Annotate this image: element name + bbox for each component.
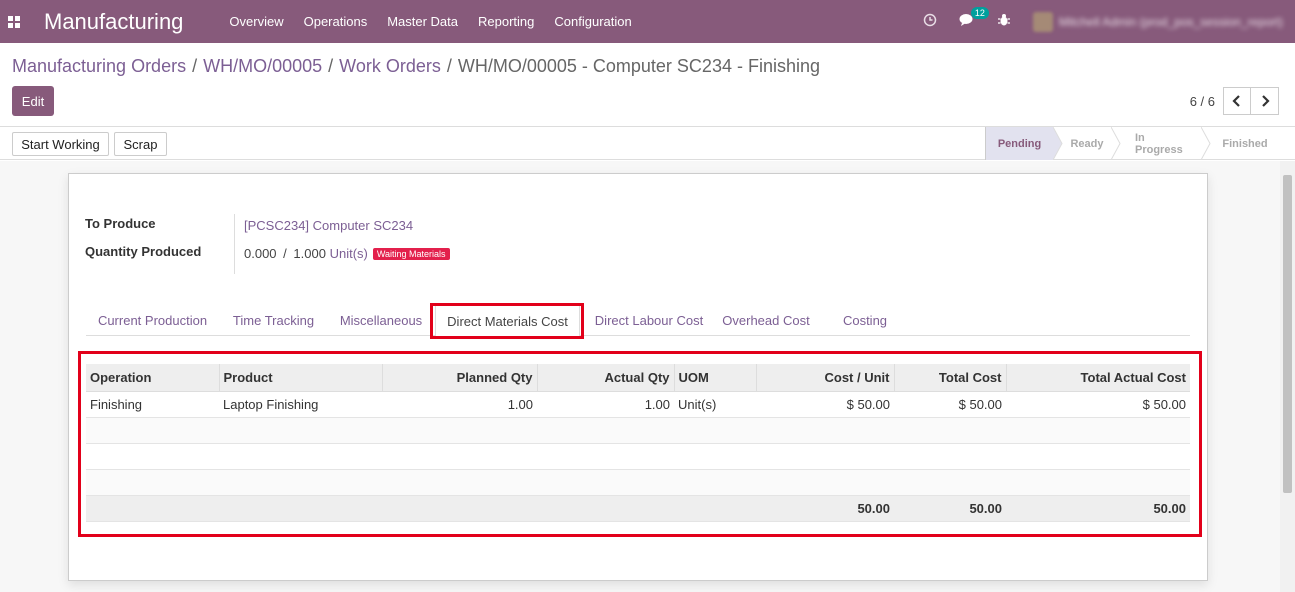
to-produce-label: To Produce xyxy=(85,216,156,231)
pager-next-icon[interactable] xyxy=(1251,87,1279,115)
footer-cost-per-unit-total: 50.00 xyxy=(756,494,894,522)
activity-clock-icon[interactable] xyxy=(923,13,937,30)
column-product[interactable]: Product xyxy=(218,364,382,392)
scrollbar[interactable] xyxy=(1280,161,1295,592)
column-actual-qty[interactable]: Actual Qty xyxy=(536,364,674,392)
qty-uom[interactable]: Unit(s) xyxy=(330,246,368,261)
cell-cost-per-unit: $ 50.00 xyxy=(756,391,894,418)
table-footer-totals: 50.00 50.00 50.00 xyxy=(86,494,1190,522)
empty-row xyxy=(86,443,1190,470)
footer-cell xyxy=(537,494,674,522)
pager: 6 / 6 xyxy=(1190,87,1279,115)
tab-current-production[interactable]: Current Production xyxy=(86,305,219,336)
app-title[interactable]: Manufacturing xyxy=(44,9,183,35)
menu-reporting[interactable]: Reporting xyxy=(478,14,534,29)
footer-total-cost-total: 50.00 xyxy=(894,494,1006,522)
apps-menu-icon[interactable] xyxy=(0,0,28,43)
empty-row xyxy=(86,417,1190,444)
qty-separator: / xyxy=(283,246,287,261)
start-working-button[interactable]: Start Working xyxy=(12,132,109,156)
pager-previous-icon[interactable] xyxy=(1223,87,1251,115)
column-operation[interactable]: Operation xyxy=(86,364,219,392)
menu-operations[interactable]: Operations xyxy=(304,14,368,29)
stage-separator xyxy=(1053,127,1063,160)
tab-miscellaneous[interactable]: Miscellaneous xyxy=(327,305,435,336)
debug-bug-icon[interactable] xyxy=(997,13,1011,30)
statusbar: Start Working Scrap Pending Ready In Pro… xyxy=(0,126,1295,160)
stage-separator xyxy=(1201,127,1211,160)
status-badge: Waiting Materials xyxy=(372,248,450,260)
column-total-cost[interactable]: Total Cost xyxy=(893,364,1006,392)
menu-overview[interactable]: Overview xyxy=(229,14,283,29)
messages-count-badge: 12 xyxy=(970,7,989,19)
direct-materials-table: Operation Product Planned Qty Actual Qty… xyxy=(86,364,1190,522)
cell-total-cost: $ 50.00 xyxy=(894,391,1006,418)
footer-cell xyxy=(219,494,382,522)
field-divider xyxy=(234,214,235,274)
breadcrumb-work-orders[interactable]: Work Orders xyxy=(339,56,441,76)
stage-pipeline: Pending Ready In Progress Finished xyxy=(985,127,1279,160)
stage-pending[interactable]: Pending xyxy=(985,127,1053,160)
pager-value[interactable]: 6 / 6 xyxy=(1190,94,1215,109)
breadcrumb-current: WH/MO/00005 - Computer SC234 - Finishing xyxy=(457,56,820,76)
column-cost-per-unit[interactable]: Cost / Unit xyxy=(755,364,894,392)
qty-done: 0.000 xyxy=(244,246,277,261)
user-name: Mitchell Admin (prod_pos_session_report) xyxy=(1058,14,1283,29)
quantity-produced-value: 0.000 / 1.000 Unit(s) Waiting Materials xyxy=(244,246,450,261)
column-uom[interactable]: UOM xyxy=(673,364,756,392)
empty-row xyxy=(86,469,1190,496)
cell-total-actual-cost: $ 50.00 xyxy=(1006,391,1190,418)
breadcrumb-manufacturing-orders[interactable]: Manufacturing Orders xyxy=(12,56,186,76)
column-planned-qty[interactable]: Planned Qty xyxy=(381,364,537,392)
user-menu[interactable]: Mitchell Admin (prod_pos_session_report) xyxy=(1032,11,1283,32)
to-produce-value[interactable]: [PCSC234] Computer SC234 xyxy=(244,218,413,233)
tab-direct-labour-cost[interactable]: Direct Labour Cost xyxy=(584,305,714,336)
top-navbar: Manufacturing Overview Operations Master… xyxy=(0,0,1295,43)
notebook-tabs: Current Production Time Tracking Miscell… xyxy=(86,305,1190,337)
cell-uom: Unit(s) xyxy=(674,391,756,418)
scrap-button[interactable]: Scrap xyxy=(114,132,167,156)
avatar xyxy=(1032,11,1053,32)
menu-master-data[interactable]: Master Data xyxy=(387,14,458,29)
footer-cell xyxy=(382,494,537,522)
qty-total: 1.000 xyxy=(293,246,326,261)
tab-overhead-cost[interactable]: Overhead Cost xyxy=(716,305,816,336)
stage-finished[interactable]: Finished xyxy=(1211,127,1279,160)
edit-button[interactable]: Edit xyxy=(12,86,54,116)
footer-cell xyxy=(674,494,756,522)
table-row[interactable]: Finishing Laptop Finishing 1.00 1.00 Uni… xyxy=(86,391,1190,418)
breadcrumb: Manufacturing Orders / WH/MO/00005/Work Or… xyxy=(12,56,820,76)
column-total-actual-cost[interactable]: Total Actual Cost xyxy=(1005,364,1190,392)
breadcrumb-mo[interactable]: WH/MO/00005 xyxy=(203,56,322,76)
stage-separator xyxy=(1111,127,1121,160)
stage-ready[interactable]: Ready xyxy=(1063,127,1111,160)
stage-in-progress[interactable]: In Progress xyxy=(1121,127,1201,160)
cell-product: Laptop Finishing xyxy=(219,391,382,418)
tab-time-tracking[interactable]: Time Tracking xyxy=(220,305,327,336)
menu-configuration[interactable]: Configuration xyxy=(554,14,631,29)
footer-cell xyxy=(86,494,219,522)
cell-actual-qty: 1.00 xyxy=(537,391,674,418)
quantity-produced-label: Quantity Produced xyxy=(85,244,202,259)
cell-operation: Finishing xyxy=(86,391,219,418)
messages-icon[interactable]: 12 xyxy=(959,7,989,30)
footer-total-actual-cost-total: 50.00 xyxy=(1006,494,1190,522)
tab-highlight-box xyxy=(430,303,584,339)
tab-costing[interactable]: Costing xyxy=(831,305,899,336)
scrollbar-thumb[interactable] xyxy=(1283,175,1292,493)
cell-planned-qty: 1.00 xyxy=(382,391,537,418)
